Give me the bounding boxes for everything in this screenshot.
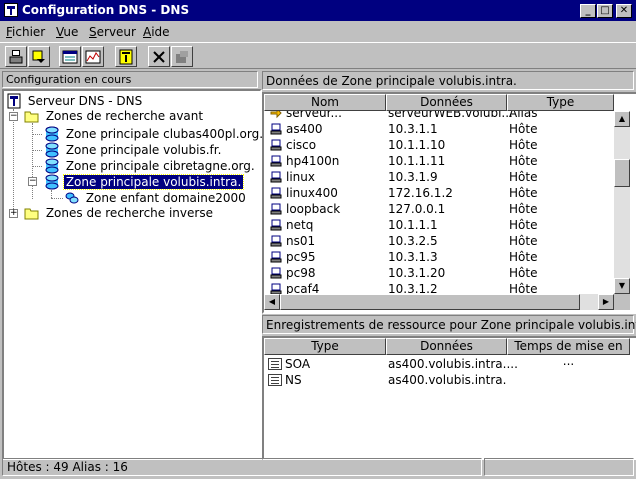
config-pane-header: Configuration en cours	[2, 71, 258, 88]
menu-fichier[interactable]: Fichier	[6, 25, 45, 39]
zone-icon	[45, 142, 59, 158]
host-icon	[270, 235, 282, 247]
host-icon	[270, 123, 282, 135]
table-row[interactable]: as400 10.3.1.1 Hôte	[264, 121, 614, 137]
table-row[interactable]: SOA as400.volubis.intra....	[264, 356, 630, 372]
host-icon	[270, 219, 282, 231]
refresh-button[interactable]	[28, 46, 50, 67]
refresh-icon	[32, 50, 45, 63]
config-tree[interactable]: Serveur DNS - DNS − Zones de recherche a…	[2, 89, 265, 460]
tree-toggle-volubis-intra[interactable]: −	[28, 177, 37, 186]
list-view-icon	[62, 50, 78, 64]
properties-icon	[176, 51, 188, 63]
column-type[interactable]: Type	[507, 94, 614, 111]
zone-icon	[45, 126, 59, 142]
zone-records-list[interactable]: Nom Données Type serveur... serveurWEB.vo…	[262, 92, 636, 314]
host-icon	[270, 251, 282, 263]
connect-icon	[9, 50, 23, 64]
alias-icon	[270, 111, 282, 119]
tree-toggle-forward[interactable]: −	[9, 112, 18, 121]
window-title: Configuration DNS - DNS	[22, 3, 190, 17]
tree-item-zone-clubas400pl[interactable]: Zone principale clubas400pl.org.	[44, 126, 265, 142]
tree-toggle-reverse[interactable]: +	[9, 209, 18, 218]
resource-records-list[interactable]: Type Données Temps de mise en ... SOA as…	[262, 336, 636, 460]
host-icon	[270, 267, 282, 279]
zone-data-header: Données de Zone principale volubis.intra…	[262, 71, 634, 90]
table-row[interactable]: linux400 172.16.1.2 Hôte	[264, 185, 614, 201]
tree-item-zone-volubis-fr[interactable]: Zone principale volubis.fr.	[44, 142, 223, 158]
tree-item-zone-volubis-intra[interactable]: Zone principale volubis.intra.	[44, 174, 245, 190]
column-rr-donnees[interactable]: Données	[386, 338, 507, 355]
zone-icon	[45, 174, 59, 190]
zone-icon	[45, 158, 59, 174]
table-row[interactable]: pcaf4 10.3.1.2 Hôte	[264, 281, 614, 294]
zone-data-panel: Données de Zone principale volubis.intra…	[262, 71, 636, 314]
host-icon	[270, 203, 282, 215]
table-row[interactable]: NS as400.volubis.intra.	[264, 372, 630, 388]
table-row[interactable]: linux 10.3.1.9 Hôte	[264, 169, 614, 185]
scroll-thumb[interactable]	[614, 159, 630, 187]
zone-list-vscrollbar[interactable]: ▲ ▼	[614, 111, 630, 294]
table-row[interactable]: hp4100n 10.1.1.11 Hôte	[264, 153, 614, 169]
delete-button[interactable]	[148, 46, 170, 67]
status-bar-secondary	[484, 458, 634, 476]
column-donnees[interactable]: Données	[386, 94, 507, 111]
close-button[interactable]: ✕	[616, 4, 632, 18]
menu-bar: Fichier Vue Serveur Aide	[0, 22, 636, 41]
status-bar: Hôtes : 49 Alias : 16	[2, 458, 482, 476]
host-icon	[270, 187, 282, 199]
tree-item-reverse-zones[interactable]: Zones de recherche inverse	[24, 205, 215, 221]
scroll-left-button[interactable]: ◀	[264, 294, 280, 310]
app-icon[interactable]	[4, 3, 18, 17]
table-row[interactable]: cisco 10.1.1.10 Hôte	[264, 137, 614, 153]
folder-icon	[24, 208, 39, 220]
title-bar: Configuration DNS - DNS _ □ ✕	[0, 0, 636, 21]
delete-icon	[153, 51, 165, 63]
host-icon	[270, 171, 282, 183]
table-row[interactable]: netq 10.1.1.1 Hôte	[264, 217, 614, 233]
maximize-button[interactable]: □	[597, 4, 613, 18]
table-row[interactable]: serveur... serveurWEB.volubi... Alias	[264, 111, 614, 121]
tree-item-zone-cibretagne[interactable]: Zone principale cibretagne.org.	[44, 158, 257, 174]
scroll-corner	[614, 294, 630, 310]
host-icon	[270, 155, 282, 167]
record-icon	[268, 358, 282, 370]
chart-icon	[85, 50, 101, 64]
menu-serveur[interactable]: Serveur	[89, 25, 136, 39]
resource-records-panel: Enregistrements de ressource pour Zone p…	[262, 315, 636, 460]
table-row[interactable]: pc95 10.3.1.3 Hôte	[264, 249, 614, 265]
scroll-right-button[interactable]: ▶	[598, 294, 614, 310]
config-pane: Configuration en cours Serveur DNS - DNS…	[2, 71, 263, 460]
menu-aide[interactable]: Aide	[143, 25, 170, 39]
column-nom[interactable]: Nom	[264, 94, 386, 111]
child-zone-icon	[65, 192, 79, 204]
tree-item-server[interactable]: Serveur DNS - DNS	[6, 93, 144, 109]
folder-open-icon	[24, 111, 39, 123]
list-view-button[interactable]	[59, 46, 81, 67]
statistics-button[interactable]	[82, 46, 104, 67]
hscroll-thumb[interactable]	[280, 294, 580, 310]
table-row[interactable]: loopback 127.0.0.1 Hôte	[264, 201, 614, 217]
table-row[interactable]: pc98 10.3.1.20 Hôte	[264, 265, 614, 281]
toolbar	[0, 42, 636, 69]
host-icon	[270, 283, 282, 294]
column-rr-ttl[interactable]: Temps de mise en ...	[507, 338, 630, 368]
host-icon	[270, 139, 282, 151]
scroll-down-button[interactable]: ▼	[614, 278, 630, 294]
server-icon	[7, 93, 21, 109]
tree-item-child-zone[interactable]: Zone enfant domaine2000	[64, 190, 248, 206]
resource-records-header: Enregistrements de ressource pour Zone p…	[262, 315, 636, 334]
menu-vue[interactable]: Vue	[56, 25, 78, 39]
minimize-button[interactable]: _	[580, 4, 596, 18]
properties-button[interactable]	[171, 46, 193, 67]
tree-item-forward-zones[interactable]: Zones de recherche avant	[24, 108, 205, 124]
zone-list-hscrollbar[interactable]: ◀ ▶	[264, 294, 614, 310]
column-rr-type[interactable]: Type	[264, 338, 386, 355]
scroll-up-button[interactable]: ▲	[614, 111, 630, 127]
server-icon	[119, 49, 133, 65]
record-icon	[268, 374, 282, 386]
connect-button[interactable]	[5, 46, 27, 67]
table-row[interactable]: ns01 10.3.2.5 Hôte	[264, 233, 614, 249]
server-properties-button[interactable]	[115, 46, 137, 67]
